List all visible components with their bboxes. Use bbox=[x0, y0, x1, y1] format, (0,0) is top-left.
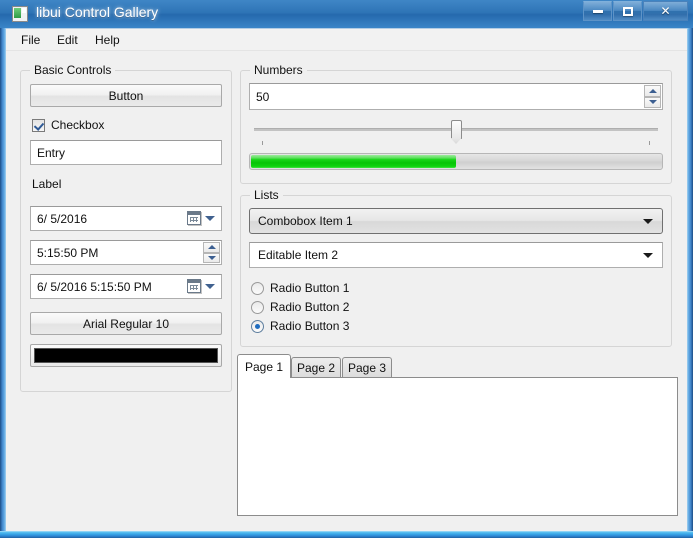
window-controls: ✕ bbox=[583, 1, 688, 21]
basic-controls-group-label: Basic Controls bbox=[30, 63, 115, 77]
radio-button-1[interactable]: Radio Button 1 bbox=[251, 281, 349, 295]
tab-control: Page 1 Page 2 Page 3 bbox=[237, 354, 678, 516]
time-picker[interactable]: 5:15:50 PM bbox=[30, 240, 222, 265]
time-spinner-up[interactable] bbox=[203, 242, 220, 253]
slider-thumb[interactable] bbox=[451, 120, 462, 139]
tab-page-2[interactable]: Page 2 bbox=[291, 357, 341, 377]
editable-combobox-value: Editable Item 2 bbox=[258, 248, 338, 262]
font-button[interactable]: Arial Regular 10 bbox=[30, 312, 222, 335]
radio-indicator[interactable] bbox=[251, 282, 264, 295]
date-picker-value: 6/ 5/2016 bbox=[37, 212, 87, 226]
spinbox-value: 50 bbox=[256, 90, 269, 104]
tab-page-1[interactable]: Page 1 bbox=[237, 354, 291, 378]
window-border-bottom bbox=[0, 531, 693, 538]
radio-indicator[interactable] bbox=[251, 320, 264, 333]
spinbox-spinner[interactable] bbox=[644, 85, 661, 108]
menu-help[interactable]: Help bbox=[88, 31, 127, 49]
slider[interactable] bbox=[254, 119, 658, 147]
checkbox-box[interactable] bbox=[32, 119, 45, 132]
window-title: libui Control Gallery bbox=[36, 4, 158, 20]
radio-indicator[interactable] bbox=[251, 301, 264, 314]
combobox[interactable]: Combobox Item 1 bbox=[249, 208, 663, 234]
entry-input[interactable]: Entry bbox=[30, 140, 222, 165]
minimize-icon bbox=[593, 10, 603, 13]
spinbox[interactable]: 50 bbox=[249, 83, 663, 110]
spinbox-up[interactable] bbox=[644, 85, 661, 97]
slider-tick-min bbox=[262, 141, 263, 145]
triangle-down-icon bbox=[649, 100, 657, 104]
calendar-icon bbox=[187, 211, 201, 225]
tab-page-3[interactable]: Page 3 bbox=[342, 357, 392, 377]
color-button[interactable] bbox=[30, 344, 222, 367]
triangle-down-icon bbox=[208, 256, 216, 260]
static-label: Label bbox=[32, 177, 61, 191]
calendar-icon bbox=[187, 279, 201, 293]
progress-bar-fill bbox=[251, 155, 456, 168]
radio-button-2[interactable]: Radio Button 2 bbox=[251, 300, 349, 314]
time-spinner-down[interactable] bbox=[203, 253, 220, 264]
application-window: libui Control Gallery ✕ File Edit Help B… bbox=[0, 0, 693, 538]
tab-page-content bbox=[237, 377, 678, 516]
date-time-picker[interactable]: 6/ 5/2016 5:15:50 PM bbox=[30, 274, 222, 299]
close-button[interactable]: ✕ bbox=[643, 1, 688, 21]
menu-bar: File Edit Help bbox=[6, 29, 687, 51]
button[interactable]: Button bbox=[30, 84, 222, 107]
time-picker-value: 5:15:50 PM bbox=[37, 246, 98, 260]
tab-strip: Page 1 Page 2 Page 3 bbox=[237, 354, 678, 377]
triangle-up-icon bbox=[208, 245, 216, 249]
time-spinner[interactable] bbox=[203, 242, 220, 263]
color-swatch bbox=[34, 348, 218, 363]
triangle-up-icon bbox=[649, 89, 657, 93]
chevron-down-icon bbox=[205, 284, 215, 289]
spinbox-down[interactable] bbox=[644, 97, 661, 109]
radio-button-2-label: Radio Button 2 bbox=[270, 300, 349, 314]
editable-combobox[interactable]: Editable Item 2 bbox=[249, 242, 663, 268]
menu-edit[interactable]: Edit bbox=[50, 31, 85, 49]
date-time-picker-value: 6/ 5/2016 5:15:50 PM bbox=[37, 280, 152, 294]
maximize-icon bbox=[623, 7, 633, 16]
title-bar[interactable]: libui Control Gallery ✕ bbox=[0, 0, 693, 28]
minimize-button[interactable] bbox=[583, 1, 612, 21]
chevron-down-icon bbox=[205, 216, 215, 221]
slider-tick-max bbox=[649, 141, 650, 145]
app-window-icon bbox=[12, 6, 28, 22]
numbers-group-label: Numbers bbox=[250, 63, 307, 77]
window-border-right bbox=[687, 0, 693, 538]
maximize-button[interactable] bbox=[613, 1, 642, 21]
checkbox[interactable]: Checkbox bbox=[32, 118, 104, 132]
chevron-down-icon bbox=[643, 219, 653, 224]
checkbox-label: Checkbox bbox=[51, 118, 104, 132]
lists-group-label: Lists bbox=[250, 188, 283, 202]
combobox-value: Combobox Item 1 bbox=[258, 214, 353, 228]
client-area: File Edit Help Basic Controls Button Che… bbox=[6, 28, 687, 531]
radio-button-3-label: Radio Button 3 bbox=[270, 319, 349, 333]
close-icon: ✕ bbox=[644, 2, 687, 20]
radio-button-1-label: Radio Button 1 bbox=[270, 281, 349, 295]
progress-bar bbox=[249, 153, 663, 170]
radio-button-3[interactable]: Radio Button 3 bbox=[251, 319, 349, 333]
menu-file[interactable]: File bbox=[14, 31, 47, 49]
date-picker[interactable]: 6/ 5/2016 bbox=[30, 206, 222, 231]
chevron-down-icon bbox=[643, 253, 653, 258]
